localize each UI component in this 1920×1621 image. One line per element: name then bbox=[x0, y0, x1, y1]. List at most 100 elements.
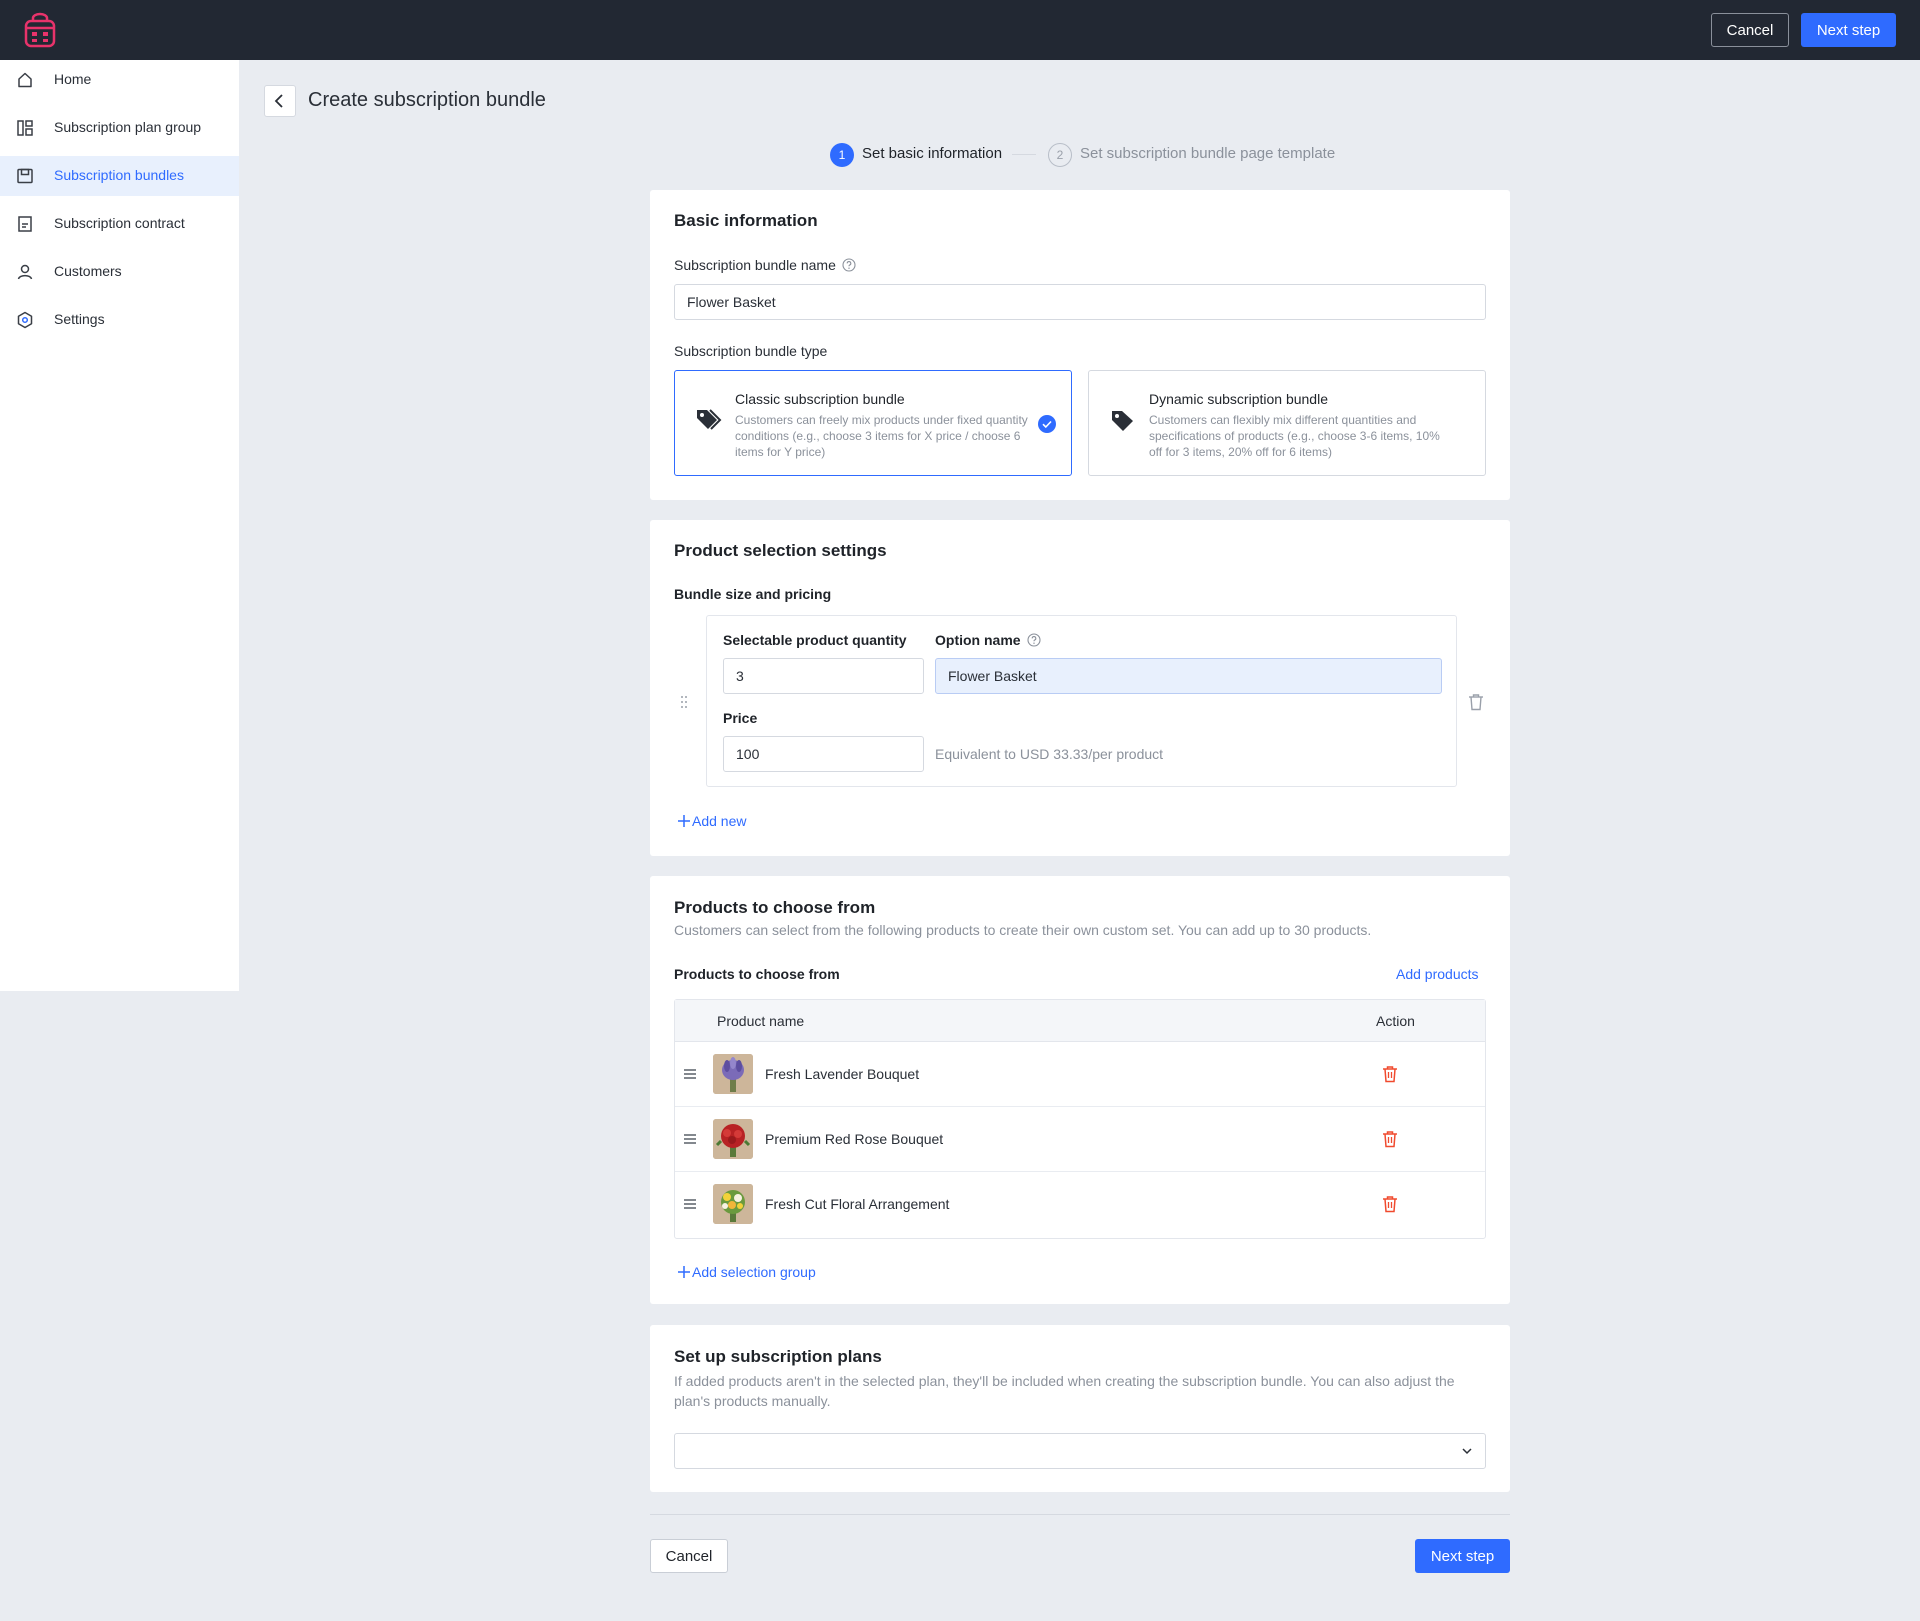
help-icon[interactable] bbox=[842, 258, 856, 272]
step-2-indicator: 2 bbox=[1048, 143, 1072, 167]
back-button[interactable] bbox=[264, 85, 296, 117]
dynamic-bundle-title: Dynamic subscription bundle bbox=[1149, 391, 1328, 407]
product-thumbnail bbox=[713, 1119, 753, 1159]
classic-bundle-description: Customers can freely mix products under … bbox=[735, 413, 1028, 459]
equivalent-price-text: Equivalent to USD 33.33/per product bbox=[935, 746, 1164, 762]
cancel-button[interactable]: Cancel bbox=[650, 1539, 728, 1573]
products-title: Products to choose from bbox=[674, 898, 876, 917]
basic-information-title: Basic information bbox=[674, 211, 818, 230]
dynamic-bundle-option[interactable]: Dynamic subscription bundle Customers ca… bbox=[1088, 370, 1486, 476]
add-selection-group-button[interactable]: Add selection group bbox=[678, 1264, 816, 1280]
red-rose-bouquet-image bbox=[713, 1119, 753, 1159]
bundle-size-pricing-label: Bundle size and pricing bbox=[674, 586, 832, 602]
add-new-label: Add new bbox=[692, 813, 747, 829]
sidebar: Home Subscription plan group Subscriptio… bbox=[0, 60, 239, 991]
quantity-input[interactable]: 3 bbox=[723, 658, 924, 694]
box-icon bbox=[17, 168, 33, 184]
subscription-plans-title: Set up subscription plans bbox=[674, 1347, 882, 1366]
next-step-button[interactable]: Next step bbox=[1415, 1539, 1510, 1573]
sidebar-item-customers[interactable]: Customers bbox=[0, 252, 239, 292]
table-row: Premium Red Rose Bouquet bbox=[675, 1107, 1485, 1172]
products-card: Products to choose from Customers can se… bbox=[650, 876, 1510, 1304]
settings-icon bbox=[17, 311, 33, 329]
products-description: Customers can select from the following … bbox=[674, 922, 1372, 938]
layout-icon bbox=[17, 120, 33, 136]
help-icon[interactable] bbox=[1027, 633, 1041, 647]
add-new-button[interactable]: Add new bbox=[678, 813, 746, 829]
table-row: Fresh Cut Floral Arrangement bbox=[675, 1172, 1485, 1237]
option-name-label-text: Option name bbox=[935, 632, 1021, 648]
sidebar-item-label: Home bbox=[54, 71, 92, 87]
top-next-step-button[interactable]: Next step bbox=[1801, 13, 1896, 47]
document-icon bbox=[18, 216, 32, 232]
drag-handle-icon[interactable] bbox=[683, 1198, 697, 1210]
quantity-label: Selectable product quantity bbox=[723, 632, 907, 648]
check-circle-icon bbox=[1038, 415, 1056, 433]
top-cancel-button[interactable]: Cancel bbox=[1711, 13, 1789, 47]
home-icon bbox=[18, 72, 32, 88]
subscription-plans-card: Set up subscription plans If added produ… bbox=[650, 1325, 1510, 1492]
sidebar-item-label: Customers bbox=[54, 263, 122, 279]
sidebar-item-label: Subscription contract bbox=[54, 215, 185, 231]
drag-handle-icon[interactable] bbox=[683, 1133, 697, 1145]
delete-icon[interactable] bbox=[1382, 1195, 1398, 1213]
tags-icon bbox=[697, 409, 722, 430]
product-name: Premium Red Rose Bouquet bbox=[765, 1131, 944, 1147]
step-2-label: Set subscription bundle page template bbox=[1080, 145, 1336, 162]
bundle-size-row: Selectable product quantity Option name … bbox=[706, 615, 1457, 787]
step-1-label: Set basic information bbox=[862, 145, 1003, 162]
column-product-name: Product name bbox=[717, 1013, 805, 1029]
sidebar-item-settings[interactable]: Settings bbox=[0, 300, 239, 340]
price-input[interactable]: 100 bbox=[723, 736, 924, 772]
subscription-plan-select[interactable] bbox=[674, 1433, 1486, 1469]
table-row: Fresh Lavender Bouquet bbox=[675, 1042, 1485, 1107]
column-action: Action bbox=[1376, 1013, 1415, 1029]
step-connector bbox=[1012, 154, 1036, 155]
bundle-name-label: Subscription bundle name bbox=[674, 257, 856, 273]
chevron-down-icon bbox=[1462, 1448, 1472, 1455]
delete-icon[interactable] bbox=[1382, 1065, 1398, 1083]
user-icon bbox=[17, 264, 33, 280]
sidebar-item-subscription-bundles[interactable]: Subscription bundles bbox=[0, 156, 239, 196]
drag-handle-icon[interactable] bbox=[683, 1068, 697, 1080]
product-selection-card: Product selection settings Bundle size a… bbox=[650, 520, 1510, 856]
footer-divider bbox=[650, 1514, 1510, 1515]
plus-icon bbox=[678, 815, 690, 827]
subscription-plans-description: If added products aren't in the selected… bbox=[674, 1373, 1455, 1409]
classic-bundle-title: Classic subscription bundle bbox=[735, 391, 905, 407]
product-name: Fresh Cut Floral Arrangement bbox=[765, 1196, 950, 1212]
bundle-type-label: Subscription bundle type bbox=[674, 343, 828, 359]
classic-bundle-option[interactable]: Classic subscription bundle Customers ca… bbox=[674, 370, 1072, 476]
tag-icon bbox=[1112, 411, 1133, 431]
product-selection-title: Product selection settings bbox=[674, 541, 887, 560]
add-products-button[interactable]: Add products bbox=[1396, 966, 1479, 982]
step-1-indicator: 1 bbox=[830, 143, 854, 167]
option-name-label: Option name bbox=[935, 632, 1041, 648]
sidebar-item-home[interactable]: Home bbox=[0, 60, 239, 100]
delete-icon[interactable] bbox=[1382, 1130, 1398, 1148]
sidebar-item-label: Subscription bundles bbox=[54, 167, 184, 183]
page-title: Create subscription bundle bbox=[308, 89, 546, 111]
price-label: Price bbox=[723, 710, 758, 726]
sidebar-item-subscription-plan-group[interactable]: Subscription plan group bbox=[0, 108, 239, 148]
product-thumbnail bbox=[713, 1184, 753, 1224]
lavender-bouquet-image bbox=[713, 1054, 753, 1094]
chevron-left-icon bbox=[274, 94, 283, 108]
delete-icon[interactable] bbox=[1468, 693, 1484, 711]
products-table: Product name Action Fresh Lavender Bouqu… bbox=[674, 999, 1486, 1239]
dynamic-bundle-description: Customers can flexibly mix different qua… bbox=[1149, 413, 1440, 459]
table-header: Product name Action bbox=[675, 1000, 1485, 1042]
drag-handle-icon[interactable] bbox=[679, 695, 689, 709]
sidebar-item-label: Subscription plan group bbox=[54, 119, 202, 135]
top-bar: Cancel Next step bbox=[0, 0, 1920, 60]
sidebar-item-label: Settings bbox=[54, 311, 105, 327]
sidebar-item-subscription-contract[interactable]: Subscription contract bbox=[0, 204, 239, 244]
add-selection-group-label: Add selection group bbox=[692, 1264, 816, 1280]
shop-logo-icon bbox=[24, 12, 56, 48]
plus-icon bbox=[678, 1266, 690, 1278]
option-name-input[interactable]: Flower Basket bbox=[935, 658, 1442, 694]
basic-information-card: Basic information Subscription bundle na… bbox=[650, 190, 1510, 500]
product-name: Fresh Lavender Bouquet bbox=[765, 1066, 920, 1082]
product-thumbnail bbox=[713, 1054, 753, 1094]
bundle-name-input[interactable]: Flower Basket bbox=[674, 284, 1486, 320]
